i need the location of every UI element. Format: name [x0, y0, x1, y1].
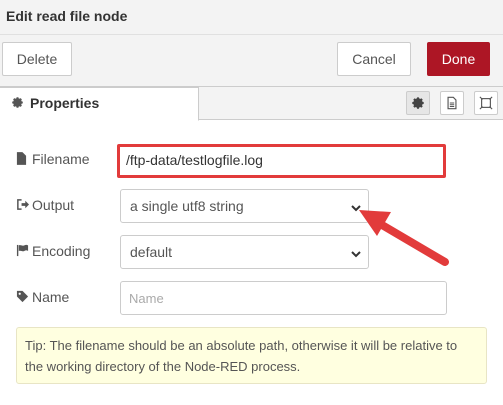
- dialog-title: Edit read file node: [6, 8, 128, 24]
- annotation-arrow: [355, 200, 455, 273]
- name-placeholder: Name: [129, 291, 164, 306]
- filename-label: Filename: [16, 151, 90, 167]
- output-select[interactable]: a single utf8 string: [120, 189, 369, 223]
- name-label-text: Name: [32, 289, 70, 305]
- name-label: Name: [16, 289, 69, 305]
- tab-settings-button[interactable]: [406, 91, 430, 115]
- filename-value: /ftp-data/testlogfile.log: [126, 152, 263, 168]
- tab-description-button[interactable]: [440, 91, 464, 115]
- encoding-label: Encoding: [16, 243, 90, 259]
- delete-button[interactable]: Delete: [2, 42, 72, 76]
- file-icon: [16, 152, 29, 165]
- sign-out-icon: [16, 198, 29, 211]
- tip-text: Tip: The filename should be an absolute …: [25, 338, 458, 374]
- tag-icon: [16, 290, 29, 303]
- output-label: Output: [16, 197, 74, 213]
- tab-properties-label: Properties: [30, 95, 100, 111]
- encoding-select[interactable]: default: [120, 235, 369, 269]
- name-input[interactable]: Name: [120, 281, 447, 315]
- encoding-label-text: Encoding: [32, 243, 91, 259]
- tab-properties[interactable]: Properties: [0, 87, 199, 121]
- dialog-header: Edit read file node: [0, 0, 503, 35]
- cancel-button[interactable]: Cancel: [337, 42, 411, 76]
- output-label-text: Output: [32, 197, 75, 213]
- done-button[interactable]: Done: [427, 42, 490, 76]
- filename-label-text: Filename: [32, 151, 90, 167]
- flag-icon: [16, 244, 29, 257]
- encoding-value: default: [130, 244, 173, 260]
- filename-input[interactable]: /ftp-data/testlogfile.log: [117, 144, 446, 178]
- tip-box: Tip: The filename should be an absolute …: [16, 327, 487, 384]
- gear-icon: [11, 96, 25, 110]
- output-value: a single utf8 string: [130, 198, 244, 214]
- tab-appearance-button[interactable]: [474, 91, 498, 115]
